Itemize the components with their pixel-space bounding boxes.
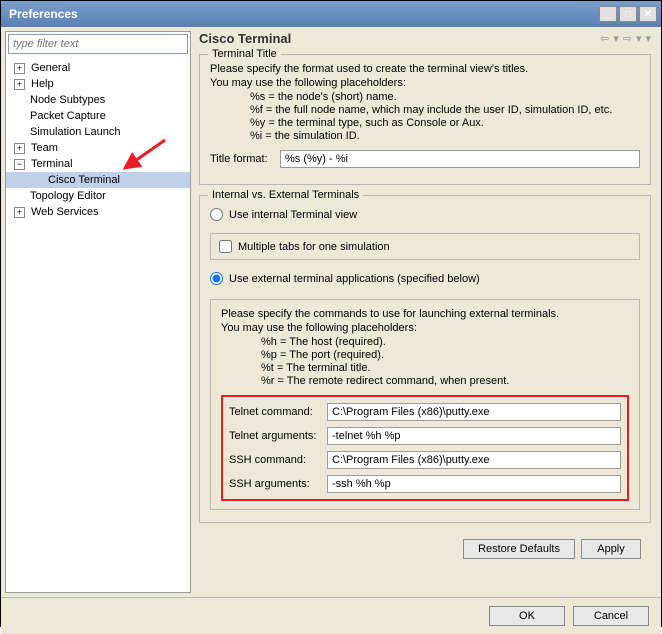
ssh-command-input[interactable]	[327, 451, 621, 469]
restore-defaults-button[interactable]: Restore Defaults	[463, 539, 575, 559]
titlebar[interactable]: Preferences _ □ ✕	[1, 1, 661, 27]
instruction-text: Please specify the commands to use for l…	[221, 308, 629, 320]
tree-item-team[interactable]: +Team	[6, 140, 190, 156]
radio-internal[interactable]	[210, 208, 223, 221]
expand-icon[interactable]: +	[14, 79, 25, 90]
instruction-text: You may use the following placeholders:	[221, 322, 629, 334]
tree-item-general[interactable]: +General	[6, 60, 190, 76]
tree-item-node-subtypes[interactable]: Node Subtypes	[6, 92, 190, 108]
telnet-arguments-label: Telnet arguments:	[229, 430, 327, 442]
radio-external-label: Use external terminal applications (spec…	[229, 273, 480, 285]
page-title: Cisco Terminal	[199, 31, 600, 46]
dialog-footer: OK Cancel	[1, 597, 661, 634]
expand-icon[interactable]: +	[14, 63, 25, 74]
radio-internal-label: Use internal Terminal view	[229, 209, 357, 221]
view-menu-icon[interactable]: ▾	[645, 32, 651, 45]
minimize-button[interactable]: _	[599, 6, 617, 22]
expand-icon[interactable]: +	[14, 143, 25, 154]
content-panel: Cisco Terminal ⇦ ▾ ⇨ ▾ ▾ Terminal Title …	[195, 27, 661, 597]
telnet-arguments-input[interactable]	[327, 427, 621, 445]
collapse-icon[interactable]: −	[14, 159, 25, 170]
sidebar: +General +Help Node Subtypes Packet Capt…	[5, 31, 191, 593]
tree-item-help[interactable]: +Help	[6, 76, 190, 92]
checkbox-multiple-tabs-label: Multiple tabs for one simulation	[238, 241, 390, 253]
ssh-command-label: SSH command:	[229, 454, 327, 466]
nav-back-icon[interactable]: ⇦	[600, 32, 609, 45]
highlighted-commands: Telnet command: Telnet arguments: SSH co…	[221, 395, 629, 501]
tree-item-web-services[interactable]: +Web Services	[6, 204, 190, 220]
telnet-command-input[interactable]	[327, 403, 621, 421]
expand-icon[interactable]: +	[14, 207, 25, 218]
title-format-input[interactable]	[280, 150, 640, 168]
telnet-command-label: Telnet command:	[229, 406, 327, 418]
instruction-text: Please specify the format used to create…	[210, 63, 640, 75]
tree-item-topology-editor[interactable]: Topology Editor	[6, 188, 190, 204]
title-format-label: Title format:	[210, 153, 280, 165]
cancel-button[interactable]: Cancel	[573, 606, 649, 626]
close-button[interactable]: ✕	[639, 6, 657, 22]
group-legend: Terminal Title	[208, 48, 281, 60]
tree-item-cisco-terminal[interactable]: Cisco Terminal	[6, 172, 190, 188]
radio-external[interactable]	[210, 272, 223, 285]
terminal-title-group: Terminal Title Please specify the format…	[199, 54, 651, 185]
tree-item-packet-capture[interactable]: Packet Capture	[6, 108, 190, 124]
placeholder-list: %h = The host (required). %p = The port …	[261, 336, 629, 387]
ok-button[interactable]: OK	[489, 606, 565, 626]
preferences-tree: +General +Help Node Subtypes Packet Capt…	[6, 56, 190, 592]
placeholder-list: %s = the node's (short) name. %f = the f…	[250, 91, 640, 142]
maximize-button[interactable]: □	[619, 6, 637, 22]
nav-forward-icon[interactable]: ⇨	[623, 32, 632, 45]
tree-item-simulation-launch[interactable]: Simulation Launch	[6, 124, 190, 140]
apply-button[interactable]: Apply	[581, 539, 641, 559]
window-title: Preferences	[5, 7, 599, 21]
tree-item-terminal[interactable]: −Terminal	[6, 156, 190, 172]
ssh-arguments-input[interactable]	[327, 475, 621, 493]
checkbox-multiple-tabs[interactable]	[219, 240, 232, 253]
internal-external-group: Internal vs. External Terminals Use inte…	[199, 195, 651, 523]
instruction-text: You may use the following placeholders:	[210, 77, 640, 89]
ssh-arguments-label: SSH arguments:	[229, 478, 327, 490]
group-legend: Internal vs. External Terminals	[208, 189, 363, 201]
filter-input[interactable]	[8, 34, 188, 54]
